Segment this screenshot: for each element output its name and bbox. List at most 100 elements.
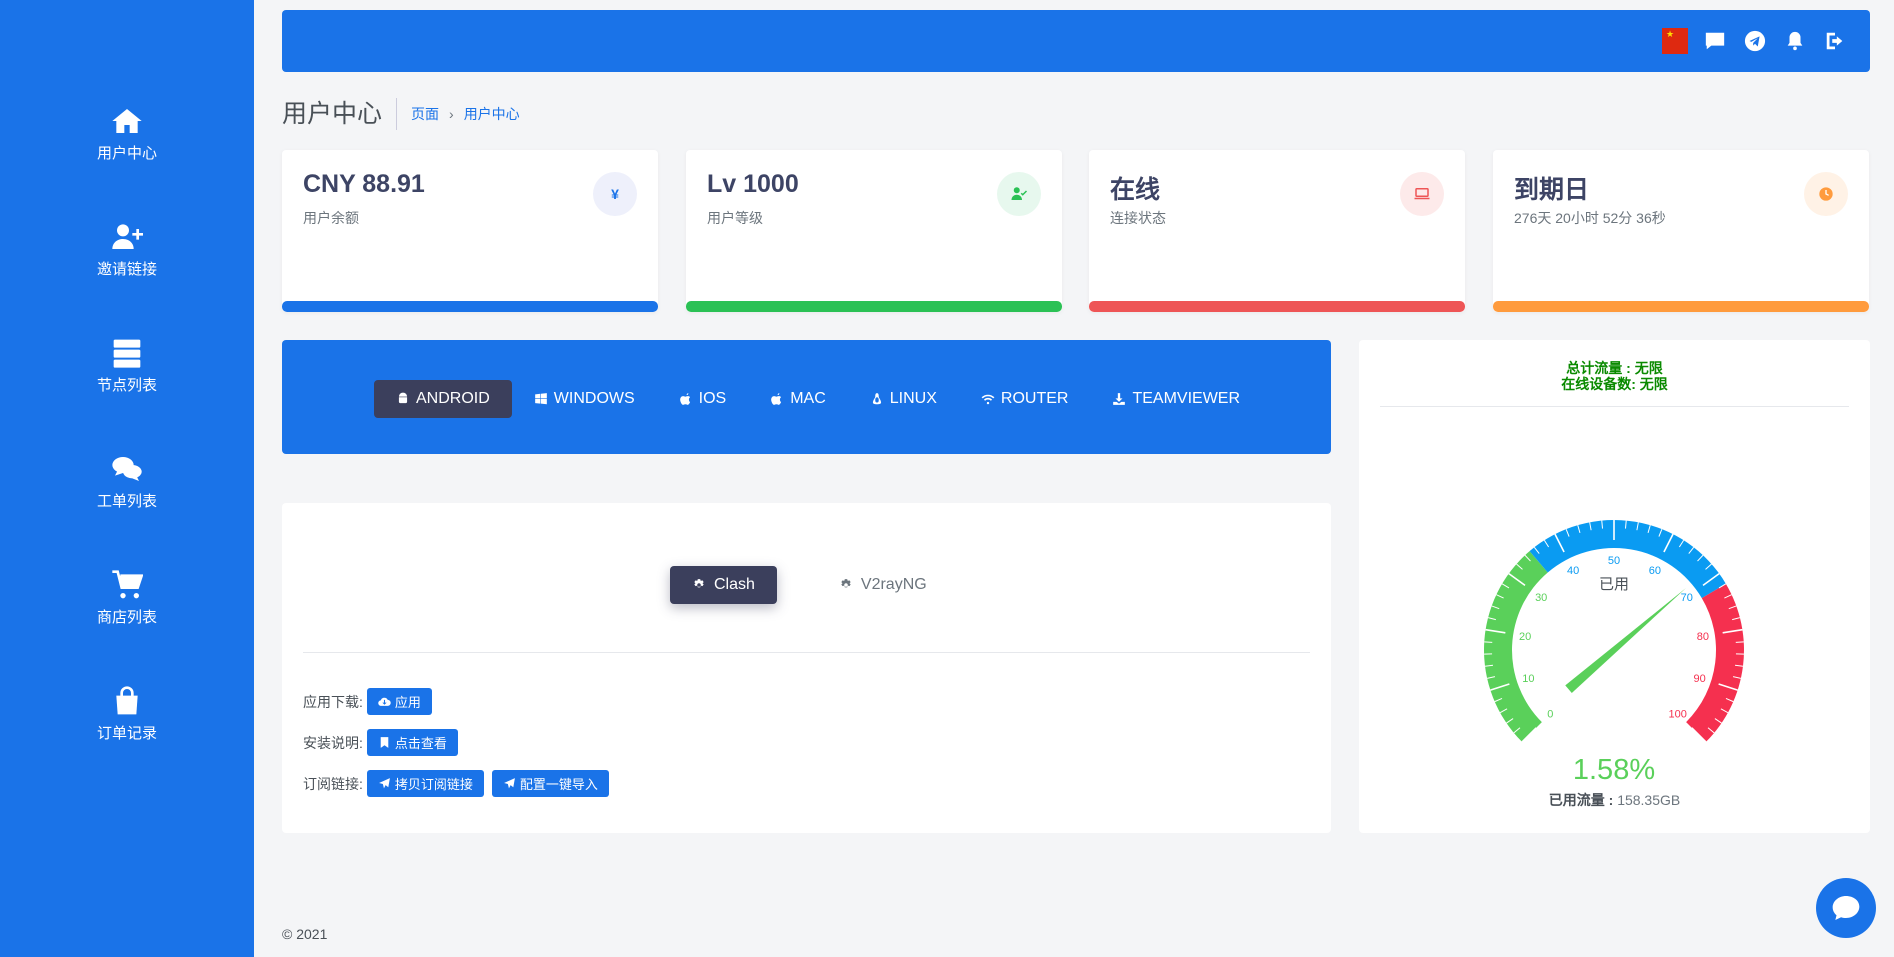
chat-icon — [1832, 896, 1860, 920]
install-guide-row: 安装说明: 点击查看 — [303, 729, 462, 756]
divider — [303, 652, 1310, 653]
sidebar-item-orders[interactable]: 订单记录 — [0, 678, 254, 748]
gauge-tick-label: 20 — [1519, 631, 1531, 643]
row-label: 订阅链接: — [303, 775, 363, 792]
laptop-icon — [1400, 172, 1444, 216]
telegram-icon[interactable] — [1742, 28, 1768, 54]
gauge-tick — [1735, 641, 1744, 643]
sidebar-item-tickets[interactable]: 工单列表 — [0, 446, 254, 516]
clock-icon — [1804, 172, 1848, 216]
stat-progress-bar — [282, 301, 658, 312]
apple-icon — [771, 393, 782, 405]
traffic-summary: 总计流量 : 无限 在线设备数: 无限 — [1359, 360, 1870, 392]
breadcrumb-item-user-center[interactable]: 用户中心 — [464, 104, 520, 124]
tab-label: LINUX — [889, 390, 937, 407]
tab-android[interactable]: ANDROID — [374, 380, 512, 418]
apple-icon — [679, 393, 690, 405]
top-navbar: ★ — [282, 10, 1870, 72]
stat-label: 用户等级 — [707, 210, 763, 226]
tab-teamviewer[interactable]: TEAMVIEWER — [1090, 380, 1262, 418]
stat-value: 在线 — [1110, 176, 1161, 204]
sidebar: 用户中心 邀请链接 节点列表 工单列表 商店列表 订单记录 — [0, 0, 254, 957]
tab-label: ROUTER — [1000, 390, 1069, 407]
download-icon — [1113, 393, 1126, 405]
windows-icon — [534, 393, 547, 405]
sidebar-item-label: 用户中心 — [96, 144, 157, 162]
online-devices: 在线设备数: 无限 — [1561, 376, 1668, 392]
stat-progress-bar — [1493, 301, 1869, 312]
button-label: 拷贝订阅链接 — [394, 777, 473, 792]
stat-card-expiry: 到期日 276天 20小时 52分 36秒 — [1493, 150, 1869, 312]
logout-icon[interactable] — [1822, 28, 1848, 54]
sidebar-item-label: 商店列表 — [96, 608, 157, 626]
chat-button[interactable] — [1816, 878, 1876, 938]
tab-label: MAC — [790, 390, 826, 407]
tab-label: Clash — [714, 576, 755, 593]
chevron-right-icon: › — [449, 106, 454, 122]
footer-copyright: © 2021 — [282, 926, 328, 942]
gear-icon — [841, 579, 851, 588]
divider — [1380, 406, 1849, 407]
tab-mac[interactable]: MAC — [748, 380, 848, 418]
message-icon[interactable] — [1702, 28, 1728, 54]
sidebar-item-user-center[interactable]: 用户中心 — [0, 98, 254, 168]
row-label: 应用下载: — [303, 693, 363, 710]
tab-ios[interactable]: IOS — [657, 380, 749, 418]
stat-value: 到期日 — [1514, 176, 1590, 204]
gauge-tick-label: 70 — [1681, 592, 1693, 604]
sidebar-item-nodes[interactable]: 节点列表 — [0, 330, 254, 400]
tab-label: IOS — [698, 390, 727, 407]
tab-linux[interactable]: LINUX — [848, 380, 959, 418]
sidebar-item-label: 邀请链接 — [96, 260, 157, 278]
shopping-bag-icon — [110, 684, 144, 718]
gauge-band-green — [1484, 551, 1548, 742]
total-traffic: 总计流量 : 无限 — [1566, 360, 1663, 376]
stat-value: Lv 1000 — [707, 170, 799, 198]
view-guide-button[interactable]: 点击查看 — [366, 729, 458, 756]
sidebar-item-invite[interactable]: 邀请链接 — [0, 214, 254, 284]
tab-router[interactable]: ROUTER — [959, 380, 1091, 418]
button-label: 应用 — [394, 695, 421, 710]
button-label: 配置一键导入 — [519, 777, 598, 792]
cart-icon — [110, 568, 144, 602]
bell-icon[interactable] — [1782, 28, 1808, 54]
used-traffic-label: 已用流量 : — [1548, 792, 1614, 808]
os-tab-panel: ANDROID WINDOWS IOS MAC LINUX ROUTER TEA… — [282, 340, 1331, 454]
gauge-title: 已用 — [1599, 576, 1629, 593]
user-check-icon — [997, 172, 1041, 216]
paper-plane-icon — [503, 778, 515, 789]
sidebar-item-label: 节点列表 — [96, 376, 157, 394]
tab-label: TEAMVIEWER — [1132, 390, 1241, 407]
server-icon — [110, 336, 144, 370]
stat-card-balance: CNY 88.91 用户余额 ¥ — [282, 150, 658, 312]
breadcrumb-item-pages[interactable]: 页面 — [411, 104, 439, 124]
one-click-import-button[interactable]: 配置一键导入 — [491, 770, 609, 797]
comments-icon — [110, 452, 144, 486]
gauge-tick-label: 40 — [1567, 565, 1579, 577]
tab-clash[interactable]: Clash — [670, 566, 777, 604]
tab-v2rayng[interactable]: V2rayNG — [817, 566, 949, 604]
tab-label: ANDROID — [416, 390, 490, 407]
gauge-tick-label: 80 — [1697, 631, 1709, 643]
gauge-tick-label: 100 — [1668, 709, 1686, 721]
app-download-button[interactable]: 应用 — [366, 688, 432, 715]
gauge-tick — [1484, 641, 1493, 643]
row-label: 安装说明: — [303, 734, 363, 751]
gear-icon — [694, 579, 704, 588]
page-header: 用户中心 页面 › 用户中心 — [282, 98, 520, 130]
stat-value: CNY 88.91 — [303, 170, 425, 198]
china-flag-icon[interactable]: ★ — [1662, 28, 1688, 54]
tab-windows[interactable]: WINDOWS — [512, 380, 657, 418]
user-plus-icon — [110, 220, 144, 254]
sidebar-item-label: 订单记录 — [96, 724, 157, 742]
yen-icon: ¥ — [593, 172, 637, 216]
gauge-needle — [1565, 588, 1686, 693]
stat-card-level: Lv 1000 用户等级 — [686, 150, 1062, 312]
button-label: 点击查看 — [394, 736, 447, 751]
breadcrumb: 页面 › 用户中心 — [411, 104, 520, 124]
traffic-gauge-card: 总计流量 : 无限 在线设备数: 无限 0 10 20 30 40 50 60 70 80 90 1… — [1359, 340, 1870, 833]
gauge-tick-label: 0 — [1547, 709, 1553, 721]
copy-subscription-button[interactable]: 拷贝订阅链接 — [366, 770, 484, 797]
page-title: 用户中心 — [282, 98, 398, 130]
sidebar-item-shop[interactable]: 商店列表 — [0, 562, 254, 632]
